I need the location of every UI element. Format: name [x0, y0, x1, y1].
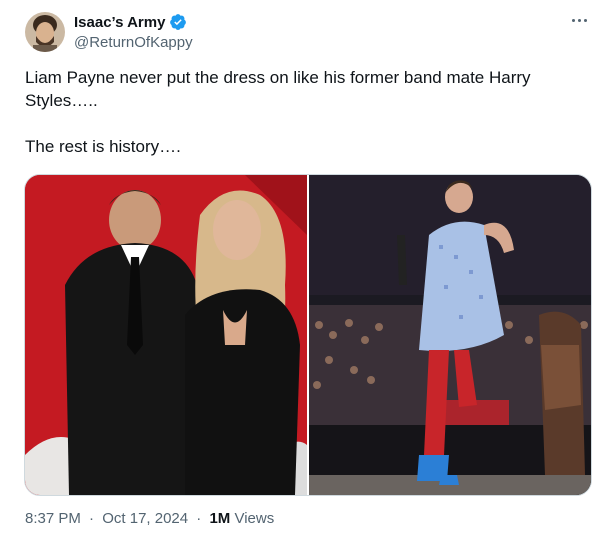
- media-grid: [24, 174, 592, 496]
- views-count: 1M: [209, 510, 231, 527]
- verified-badge-icon: [170, 14, 187, 30]
- media-photo-left[interactable]: [25, 175, 307, 495]
- author-handle[interactable]: @ReturnOfKappy: [74, 34, 193, 51]
- views-label: Views: [234, 510, 275, 527]
- avatar-image: [25, 12, 65, 52]
- more-options-button[interactable]: [566, 10, 592, 30]
- media-photo-right[interactable]: [309, 175, 591, 495]
- meta-separator: ·: [89, 510, 95, 527]
- tweet-meta: 8:37 PM · Oct 17, 2024 · 1M Views: [25, 510, 274, 527]
- photo-concert-stage: [309, 175, 591, 495]
- avatar[interactable]: [25, 12, 65, 52]
- tweet-date[interactable]: Oct 17, 2024: [102, 510, 188, 527]
- more-horizontal-icon: [570, 18, 588, 22]
- meta-separator: ·: [196, 510, 202, 527]
- author-name-row: Isaac’s Army: [74, 13, 187, 31]
- tweet-text: Liam Payne never put the dress on like h…: [25, 68, 531, 156]
- tweet-time[interactable]: 8:37 PM: [25, 510, 81, 527]
- photo-red-carpet: [25, 175, 307, 495]
- author-display-name[interactable]: Isaac’s Army: [74, 14, 165, 31]
